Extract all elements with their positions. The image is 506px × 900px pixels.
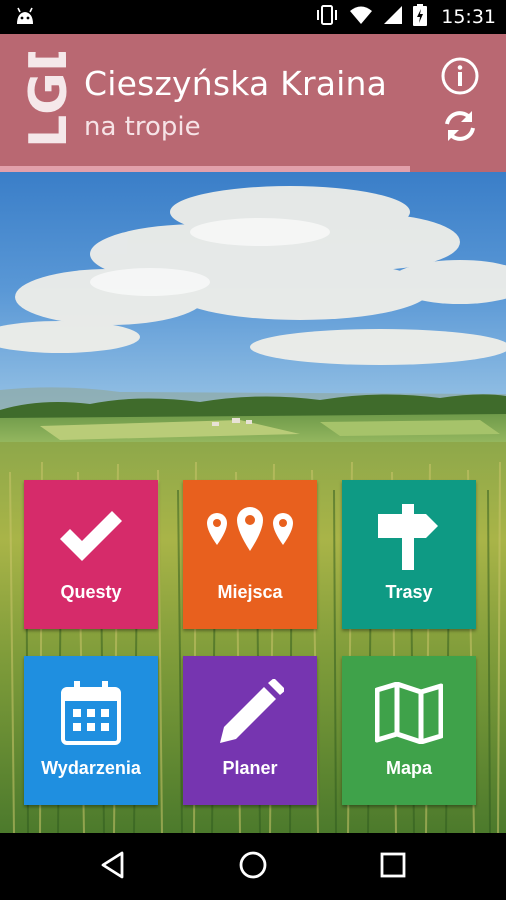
info-button[interactable]: [438, 56, 482, 100]
calendar-icon: [24, 678, 158, 748]
lgd-logo: LGD: [19, 29, 79, 150]
tile-questy[interactable]: Questy: [24, 480, 158, 629]
app-subtitle: na tropie: [84, 112, 201, 142]
checkmark-icon: [24, 502, 158, 572]
pencil-icon: [183, 678, 317, 748]
recents-button[interactable]: [363, 845, 423, 889]
tile-mapa[interactable]: Mapa: [342, 656, 476, 805]
home-button[interactable]: [223, 845, 283, 889]
home-icon: [238, 850, 268, 885]
refresh-icon: [441, 107, 479, 150]
map-icon: [342, 678, 476, 748]
tile-planer[interactable]: Planer: [183, 656, 317, 805]
signpost-icon: [342, 502, 476, 572]
tile-label: Questy: [60, 582, 122, 602]
signal-icon: [383, 5, 403, 30]
tile-label: Trasy: [385, 582, 433, 602]
vibrate-icon: [315, 4, 339, 31]
back-icon: [100, 851, 126, 884]
map-pins-icon: [183, 502, 317, 572]
recents-icon: [380, 852, 406, 883]
status-bar: 15:31: [0, 0, 506, 34]
app-title: Cieszyńska Kraina: [84, 64, 388, 103]
refresh-button[interactable]: [438, 106, 482, 150]
wifi-icon: [349, 5, 373, 30]
tile-miejsca[interactable]: Miejsca: [183, 480, 317, 629]
tile-label: Planer: [222, 758, 278, 778]
tile-wydarzenia[interactable]: Wydarzenia: [24, 656, 158, 805]
clock: 15:31: [441, 6, 496, 28]
system-nav-bar: [0, 833, 506, 900]
app-header: LGD Cieszyńska Kraina na tropie: [0, 29, 506, 172]
android-icon: [14, 6, 36, 31]
back-button[interactable]: [83, 845, 143, 889]
tile-label: Mapa: [385, 758, 432, 778]
tile-label: Miejsca: [217, 582, 283, 602]
info-icon: [440, 56, 480, 101]
tile-label: Wydarzenia: [41, 758, 141, 778]
battery-charging-icon: [413, 3, 428, 31]
tile-trasy[interactable]: Trasy: [342, 480, 476, 629]
logo-text: LGD: [22, 52, 74, 148]
